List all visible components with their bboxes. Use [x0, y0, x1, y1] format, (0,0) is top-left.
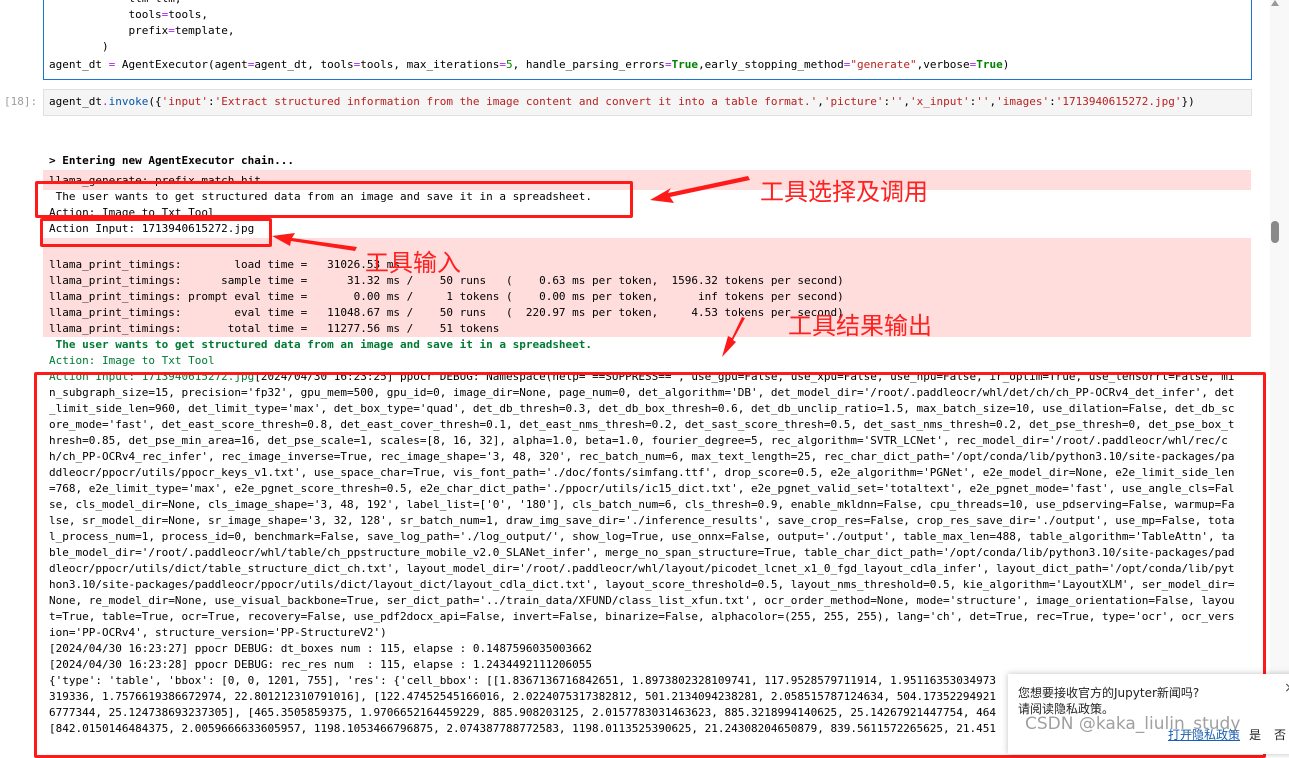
annotation-arrows — [272, 176, 750, 357]
arrow-icon — [650, 176, 750, 203]
no-button[interactable]: 否 — [1274, 726, 1286, 743]
scroll-up-arrow-icon[interactable] — [1271, 0, 1279, 6]
scrollbar-thumb[interactable] — [1271, 221, 1279, 243]
close-icon[interactable]: × — [1284, 680, 1289, 696]
yes-button[interactable]: 是 — [1249, 726, 1261, 743]
annotation-tool-output: 工具结果输出 — [788, 312, 932, 340]
annotation-tool-input: 工具输入 — [365, 249, 461, 277]
csdn-watermark: CSDN @kaka_liulin_study — [1025, 714, 1241, 734]
arrow-icon — [722, 317, 745, 357]
annotation-tool-selection: 工具选择及调用 — [760, 178, 928, 206]
popup-question: 您想要接收官方的Jupyter新闻吗? — [1018, 686, 1200, 700]
vertical-scrollbar[interactable] — [1270, 0, 1289, 746]
arrow-icon — [272, 233, 357, 251]
